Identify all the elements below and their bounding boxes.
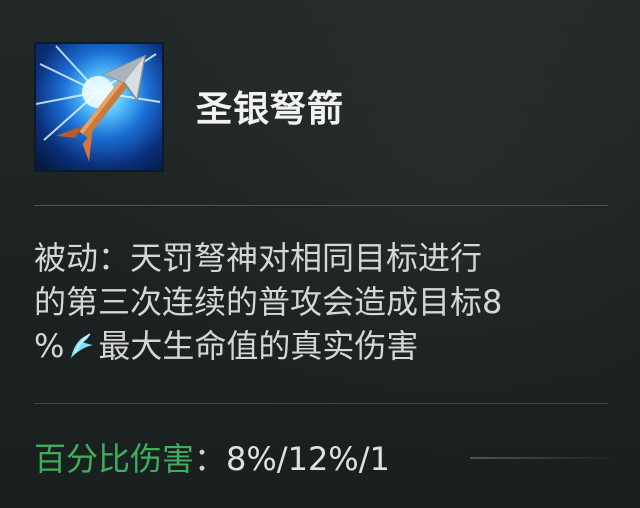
stat-values: 8%/12%/1 xyxy=(226,440,390,478)
description-line-3-suffix: 最大生命值的真实伤害 xyxy=(98,327,419,365)
description-line-3-prefix: % xyxy=(34,327,65,365)
skill-name: 圣银弩箭 xyxy=(196,89,345,130)
skill-tooltip: 圣银弩箭 被动：天罚弩神对相同目标进行 的第三次连续的普攻会造成目标8 % 最大… xyxy=(0,0,640,508)
true-damage-icon xyxy=(66,328,96,358)
divider xyxy=(34,205,608,206)
description-line-3: % 最大生命值的真实伤害 xyxy=(34,324,614,368)
silver-bolt-skill-icon xyxy=(34,42,164,172)
stat-label: 百分比伤害 xyxy=(34,440,195,478)
fade-line xyxy=(470,457,620,459)
description-line-2: 的第三次连续的普攻会造成目标8 xyxy=(34,283,503,321)
skill-description: 被动：天罚弩神对相同目标进行 的第三次连续的普攻会造成目标8 % 最大生命值的真… xyxy=(34,236,614,368)
divider xyxy=(34,403,608,404)
stat-separator: ： xyxy=(194,440,227,478)
description-line-1: 被动：天罚弩神对相同目标进行 xyxy=(34,239,483,277)
